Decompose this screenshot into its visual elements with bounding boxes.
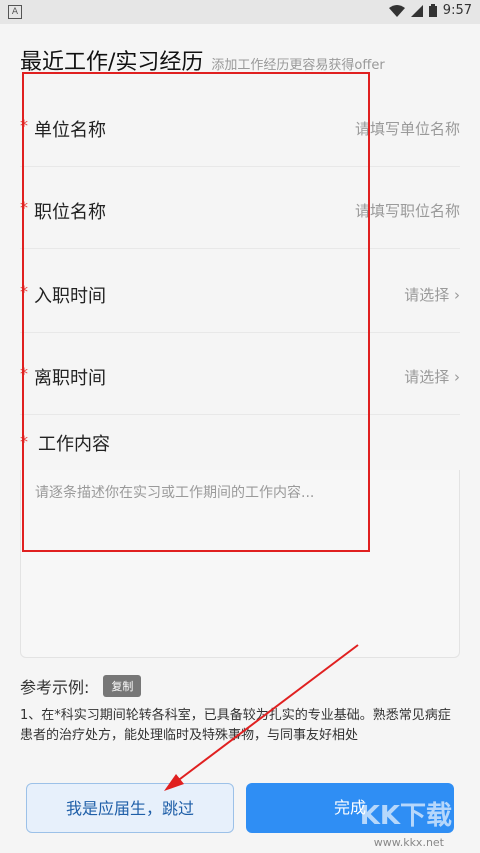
end-date-picker[interactable]: 请选择 › [404, 366, 460, 387]
reference-label: 参考示例: [20, 678, 90, 697]
field-label: 入职时间 [34, 286, 106, 307]
required-mark: * [20, 116, 28, 135]
required-mark: * [20, 432, 28, 451]
copy-button[interactable]: 复制 [103, 675, 142, 697]
start-date-picker[interactable]: 请选择 › [404, 284, 460, 305]
position-name-input[interactable]: 请填写职位名称 [355, 200, 460, 221]
watermark-logo: KK下载 [359, 801, 452, 831]
textarea-placeholder: 请逐条描述你在实习或工作期间的工作内容... [35, 485, 315, 501]
field-label: 单位名称 [34, 120, 106, 141]
battery-icon [428, 4, 437, 17]
notification-icon: A [8, 5, 22, 19]
page-subtitle: 添加工作经历更容易获得offer [211, 58, 385, 73]
watermark-url: www.kkx.net [373, 836, 444, 849]
reference-header: 参考示例: 复制 [20, 674, 142, 698]
required-mark: * [20, 364, 28, 383]
signal-icon [410, 4, 423, 17]
company-name-input[interactable]: 请填写单位名称 [355, 118, 460, 139]
field-label: 工作内容 [38, 434, 110, 455]
field-label: 离职时间 [34, 368, 106, 389]
field-label: 职位名称 [34, 202, 106, 223]
required-mark: * [20, 198, 28, 217]
position-name-field[interactable]: * 职位名称 请填写职位名称 [20, 168, 460, 249]
skip-button[interactable]: 我是应届生，跳过 [26, 783, 234, 833]
work-content-field: * 工作内容 [20, 416, 460, 471]
page-title: 最近工作/实习经历 [20, 50, 204, 75]
required-mark: * [20, 282, 28, 301]
end-date-field[interactable]: * 离职时间 请选择 › [20, 334, 460, 415]
page-header: 最近工作/实习经历 添加工作经历更容易获得offer [20, 44, 385, 76]
company-name-field[interactable]: * 单位名称 请填写单位名称 [20, 86, 460, 167]
status-bar: A 9:57 [0, 0, 480, 24]
wifi-icon [388, 4, 405, 17]
reference-text: 1、在*科实习期间轮转各科室，已具备较为扎实的专业基础。熟悉常见病症患者的治疗处… [20, 708, 451, 743]
clock: 9:57 [442, 3, 472, 18]
start-date-field[interactable]: * 入职时间 请选择 › [20, 252, 460, 333]
work-content-textarea[interactable]: 请逐条描述你在实习或工作期间的工作内容... [20, 470, 460, 658]
